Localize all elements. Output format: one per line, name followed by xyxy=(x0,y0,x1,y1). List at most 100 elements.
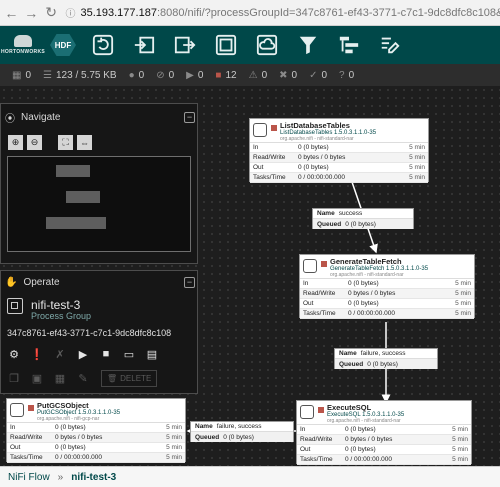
stat-row: In 0 (0 bytes) 5 min xyxy=(300,279,474,289)
breadcrumb-root[interactable]: NiFi Flow xyxy=(8,472,50,483)
start-icon[interactable]: ▶ xyxy=(74,345,92,363)
back-arrow-icon[interactable]: ← xyxy=(3,4,20,22)
stat-row: Tasks/Time 0 / 00:00:00.000 5 min xyxy=(250,173,428,183)
disable-icon[interactable]: ✗ xyxy=(51,345,69,363)
create-template-icon[interactable]: ▭ xyxy=(120,345,138,363)
stat-label: In xyxy=(300,426,306,433)
not-transmitting-stat: ⊘ 0 xyxy=(156,70,174,81)
processor-header: ListDatabaseTables ListDatabaseTables 1.… xyxy=(250,119,428,143)
up-to-date-stat: ✓ 0 xyxy=(309,70,327,81)
connection-label-2[interactable]: Name failure, success Queued 0 (0 bytes) xyxy=(334,348,438,369)
processor-putgcsobject[interactable]: PutGCSObject PutGCSObject 1.5.0.3.1.1.0-… xyxy=(6,398,186,463)
minimize-icon[interactable]: − xyxy=(184,277,195,288)
zoom-in-icon[interactable]: ⊕ xyxy=(8,135,23,150)
connection-name-row: Name failure, success xyxy=(191,422,293,432)
transmitting-stat: ● 0 xyxy=(129,70,145,81)
navigate-panel: ⦿ Navigate − ⊕ ⊖ ⛶ ⇔ xyxy=(0,103,198,264)
url-path: :8080/nifi/?processGroupId=347c8761-ef43… xyxy=(156,6,500,19)
birdseye-block-4 xyxy=(72,217,106,229)
stat-value: 0 bytes / 0 bytes xyxy=(345,436,393,443)
paste-icon[interactable]: ▣ xyxy=(28,369,46,387)
processor-icon[interactable] xyxy=(89,31,117,59)
queued-stat: ☰ 123 / 5.75 KB xyxy=(43,70,117,81)
delete-button[interactable]: 🗑 DELETE xyxy=(101,369,158,387)
connection-label-3[interactable]: Name failure, success Queued 0 (0 bytes) xyxy=(190,421,294,442)
reload-icon[interactable]: ↻ xyxy=(43,4,60,22)
processor-icon xyxy=(300,405,314,419)
processor-executesql[interactable]: ExecuteSQL ExecuteSQL 1.5.0.3.1.1.0-35 o… xyxy=(296,400,472,465)
breadcrumb-current[interactable]: nifi-test-3 xyxy=(71,472,116,483)
connection-name: success xyxy=(338,210,363,217)
template-icon[interactable] xyxy=(335,31,363,59)
upload-template-icon[interactable]: ▤ xyxy=(143,345,161,363)
minimize-icon[interactable]: − xyxy=(184,112,195,123)
zoom-out-icon[interactable]: ⊖ xyxy=(27,135,42,150)
gear-icon[interactable]: ⚙ xyxy=(5,345,23,363)
funnel-icon[interactable] xyxy=(294,31,322,59)
processor-icon xyxy=(253,123,267,137)
stat-value: 0 (0 bytes) xyxy=(348,300,379,307)
breadcrumb: NiFi Flow » nifi-test-3 xyxy=(0,466,500,487)
birdseye-block-2 xyxy=(66,191,100,203)
stat-label: Read/Write xyxy=(253,154,286,161)
stat-label: Read/Write xyxy=(303,290,336,297)
flow-canvas[interactable]: ⦿ Navigate − ⊕ ⊖ ⛶ ⇔ ✋ Operate − nifi-te… xyxy=(0,86,500,466)
question-icon: ? xyxy=(339,69,345,81)
stat-value: 0 (0 bytes) xyxy=(298,144,329,151)
stat-row: Out 0 (0 bytes) 5 min xyxy=(250,163,428,173)
birdseye-view[interactable] xyxy=(7,156,191,252)
fit-icon[interactable]: ⛶ xyxy=(58,135,73,150)
input-port-icon[interactable] xyxy=(130,31,158,59)
stat-time: 5 min xyxy=(452,436,468,443)
warning-icon: ⚠ xyxy=(248,69,258,81)
connection-queued: 0 (0 bytes) xyxy=(367,360,398,368)
copy-icon[interactable]: ❐ xyxy=(5,369,23,387)
connection-queued-row: Queued 0 (0 bytes) xyxy=(313,219,413,229)
processor-listdatabasetables[interactable]: ListDatabaseTables ListDatabaseTables 1.… xyxy=(249,118,429,183)
processor-generatetablefetch[interactable]: GenerateTableFetch GenerateTableFetch 1.… xyxy=(299,254,475,319)
stat-label: Tasks/Time xyxy=(303,310,336,317)
queued-value: 123 / 5.75 KB xyxy=(55,69,117,81)
process-group-icon xyxy=(7,298,23,314)
stat-value: 0 (0 bytes) xyxy=(345,426,376,433)
hand-icon: ✋ xyxy=(5,277,18,288)
process-group-icon[interactable] xyxy=(212,31,240,59)
connection-queued-label: Queued xyxy=(317,220,342,228)
operate-panel: ✋ Operate − nifi-test-3 Process Group 34… xyxy=(0,270,198,394)
connection-label-1[interactable]: Name success Queued 0 (0 bytes) xyxy=(312,208,414,229)
stat-time: 5 min xyxy=(455,280,471,287)
group-icon[interactable]: ▦ xyxy=(51,369,69,387)
operate-component-id: 347c8761-ef43-3771-c7c1-9dc8dfc8c108 xyxy=(7,328,172,338)
stat-row: Read/Write 0 bytes / 0 bytes 5 min xyxy=(300,289,474,299)
stopped-icon xyxy=(318,407,324,413)
output-port-icon[interactable] xyxy=(171,31,199,59)
navigate-toolbar: ⊕ ⊖ ⛶ ⇔ xyxy=(8,135,92,150)
actual-size-icon[interactable]: ⇔ xyxy=(77,135,92,150)
remote-process-group-icon[interactable] xyxy=(253,31,281,59)
processor-name: GenerateTableFetch xyxy=(330,257,402,266)
url-field[interactable]: ⓘ 35.193.177.187:8080/nifi/?processGroup… xyxy=(65,5,500,21)
stat-label: Read/Write xyxy=(10,434,43,441)
connection-name: failure, success xyxy=(216,423,262,430)
stat-time: 5 min xyxy=(455,290,471,297)
stat-row: Out 0 (0 bytes) 5 min xyxy=(300,299,474,309)
stat-value: 0 bytes / 0 bytes xyxy=(55,434,103,441)
stat-label: Out xyxy=(300,446,311,453)
stat-time: 5 min xyxy=(452,426,468,433)
processor-header: GenerateTableFetch GenerateTableFetch 1.… xyxy=(300,255,474,279)
stat-label: In xyxy=(253,144,259,151)
processor-name: ExecuteSQL xyxy=(327,403,372,412)
processor-name: ListDatabaseTables xyxy=(280,121,350,130)
forward-arrow-icon[interactable]: → xyxy=(23,4,40,22)
stop-icon[interactable]: ■ xyxy=(97,345,115,363)
stat-value: 0 / 00:00:00.000 xyxy=(345,456,392,463)
transmitting-value: 0 xyxy=(138,69,145,81)
color-icon[interactable]: ✎ xyxy=(74,369,92,387)
stat-label: Tasks/Time xyxy=(10,454,43,461)
enable-icon[interactable]: ❗ xyxy=(28,345,46,363)
processor-bundle: org.apache.nifi - nifi-standard-nar xyxy=(280,136,354,142)
operate-actions-row-1: ⚙ ❗ ✗ ▶ ■ ▭ ▤ xyxy=(5,345,161,363)
hortonworks-logo: HORTONWORKS xyxy=(0,26,46,64)
stat-label: In xyxy=(10,424,16,431)
label-icon[interactable] xyxy=(376,31,404,59)
